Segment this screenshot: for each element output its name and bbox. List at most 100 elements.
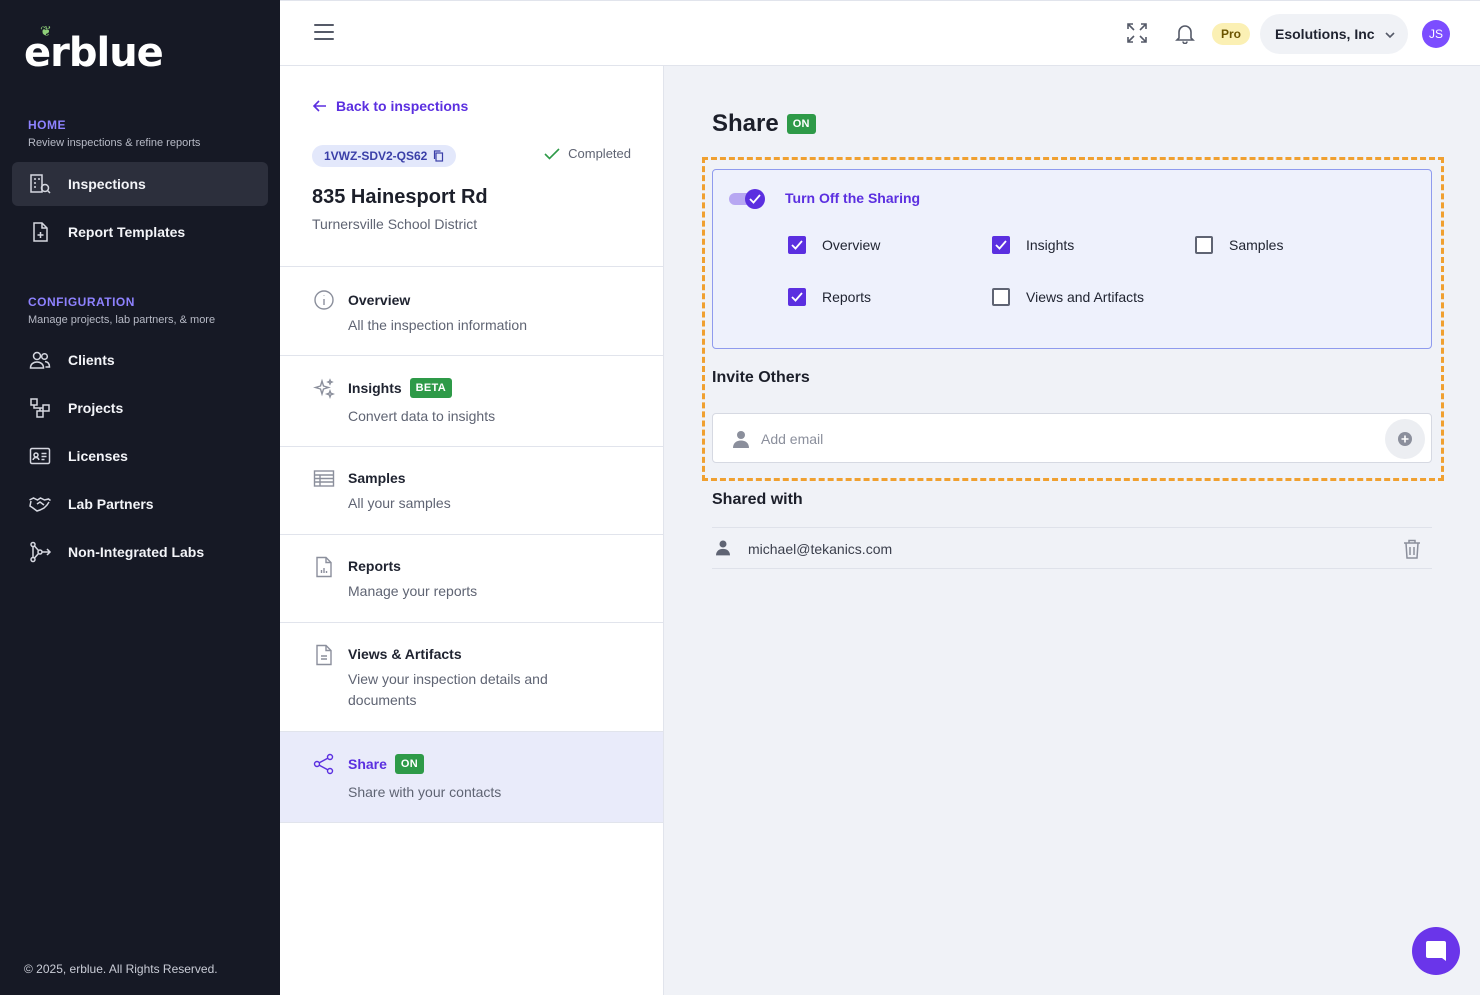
menu-item-description: View your inspection details and documen… [348, 671, 548, 708]
menu-item-title: Reports [348, 558, 401, 574]
checkbox-label: Views and Artifacts [1026, 289, 1145, 305]
table-icon [313, 468, 335, 490]
inspection-menu: Overview All the inspection information … [280, 266, 663, 823]
sidebar-item-label: Lab Partners [68, 496, 154, 512]
sidebar-item-clients[interactable]: Clients [12, 338, 268, 382]
chat-icon [1426, 941, 1446, 961]
checkbox-samples[interactable]: Samples [1195, 236, 1283, 254]
report-chart-icon [313, 556, 335, 578]
fullscreen-icon[interactable] [1126, 22, 1148, 44]
menu-item-title: Share [348, 756, 387, 772]
menu-item-description: Manage your reports [348, 583, 478, 599]
invite-email-field [712, 413, 1432, 463]
sharing-toggle[interactable] [729, 189, 765, 209]
inspection-address: 835 Hainesport Rd [312, 186, 488, 208]
sidebar: erblue ❦ HOME Review inspections & refine… [0, 0, 280, 995]
checkbox-reports[interactable]: Reports [788, 288, 871, 306]
inspection-district: Turnersville School District [312, 216, 478, 232]
sidebar-item-projects[interactable]: Projects [12, 386, 268, 430]
add-email-input[interactable] [761, 426, 1361, 452]
chat-launcher-button[interactable] [1412, 927, 1460, 975]
sidebar-item-label: Inspections [68, 176, 146, 192]
checkbox-label: Samples [1229, 237, 1284, 253]
document-icon [313, 644, 335, 666]
clients-icon [28, 348, 52, 372]
sidebar-item-label: Projects [68, 400, 124, 416]
check-icon [544, 147, 560, 160]
sharing-toggle-label[interactable]: Turn Off the Sharing [785, 190, 920, 206]
leaf-icon: ❦ [40, 24, 52, 40]
sidebar-item-licenses[interactable]: Licenses [12, 434, 268, 478]
checkbox-label: Reports [822, 289, 872, 305]
inspections-icon [28, 172, 52, 196]
on-badge: ON [394, 754, 425, 774]
page-title-text: Share [712, 110, 779, 137]
organization-name: Esolutions, Inc [1275, 26, 1375, 42]
checkbox-unchecked[interactable] [992, 288, 1010, 306]
checkbox-checked[interactable] [992, 236, 1010, 254]
sidebar-item-label: Clients [68, 352, 115, 368]
inspection-status: Completed [544, 146, 631, 161]
menu-item-title: Samples [348, 470, 406, 486]
plus-circle-icon [1398, 432, 1412, 446]
configuration-section-title: CONFIGURATION [28, 295, 135, 309]
check-icon [745, 189, 765, 209]
menu-item-overview[interactable]: Overview All the inspection information [280, 267, 663, 356]
sidebar-item-non-integrated-labs[interactable]: Non-Integrated Labs [12, 530, 268, 574]
top-bar: Pro Esolutions, Inc JS [280, 0, 1480, 66]
share-status-badge: ON [786, 114, 816, 134]
shared-contact-row: michael@tekanics.com [712, 527, 1432, 569]
back-to-inspections-link[interactable]: Back to inspections [312, 98, 468, 114]
menu-toggle-icon[interactable] [314, 24, 334, 40]
menu-item-share[interactable]: Share ON Share with your contacts [280, 732, 663, 823]
menu-item-title: Overview [348, 292, 411, 308]
invite-others-title: Invite Others [712, 369, 810, 386]
projects-icon [28, 396, 52, 420]
plan-badge: Pro [1212, 23, 1251, 45]
copy-icon[interactable] [433, 150, 444, 162]
sidebar-item-label: Non-Integrated Labs [68, 544, 205, 560]
menu-item-reports[interactable]: Reports Manage your reports [280, 535, 663, 623]
sidebar-item-inspections[interactable]: Inspections [12, 162, 268, 206]
page-title: Share ON [712, 110, 816, 138]
menu-item-samples[interactable]: Samples All your samples [280, 447, 663, 535]
user-avatar[interactable]: JS [1422, 20, 1450, 48]
menu-item-title: Insights [348, 380, 402, 396]
menu-item-insights[interactable]: Insights BETA Convert data to insights [280, 356, 663, 447]
inspection-id-chip[interactable]: 1VWZ-SDV2-QS62 [312, 145, 457, 167]
organization-select[interactable]: Esolutions, Inc [1260, 14, 1408, 54]
trash-icon[interactable] [1402, 538, 1422, 565]
branch-icon [28, 540, 52, 564]
home-section-title: HOME [28, 118, 66, 132]
checkbox-checked[interactable] [788, 288, 806, 306]
inspection-panel: Back to inspections 1VWZ-SDV2-QS62 Compl… [280, 66, 664, 995]
status-label: Completed [568, 146, 631, 161]
add-email-button[interactable] [1385, 419, 1425, 459]
beta-badge: BETA [409, 378, 452, 398]
checkbox-checked[interactable] [788, 236, 806, 254]
sidebar-item-label: Licenses [68, 448, 128, 464]
report-templates-icon [28, 220, 52, 244]
checkbox-insights[interactable]: Insights [992, 236, 1074, 254]
person-icon [733, 430, 749, 453]
sidebar-item-report-templates[interactable]: Report Templates [12, 210, 268, 254]
sparkle-icon [313, 378, 336, 400]
checkbox-overview[interactable]: Overview [788, 236, 880, 254]
menu-item-views-artifacts[interactable]: Views & Artifacts View your inspection d… [280, 623, 663, 732]
checkbox-label: Insights [1026, 237, 1075, 253]
sidebar-item-lab-partners[interactable]: Lab Partners [12, 482, 268, 526]
erblue-logo[interactable]: erblue ❦ [24, 24, 164, 76]
checkbox-views-artifacts[interactable]: Views and Artifacts [992, 288, 1144, 306]
shared-contact-email: michael@tekanics.com [748, 541, 893, 557]
back-link-label: Back to inspections [336, 98, 469, 114]
checkbox-unchecked[interactable] [1195, 236, 1213, 254]
notification-bell-icon[interactable] [1174, 22, 1196, 45]
copyright-text: © 2025, erblue. All Rights Reserved. [24, 962, 218, 976]
menu-item-description: All your samples [348, 495, 451, 511]
chevron-down-icon [1384, 28, 1396, 44]
menu-item-description: Share with your contacts [348, 784, 502, 800]
menu-item-description: Convert data to insights [348, 408, 496, 424]
licenses-icon [28, 444, 52, 468]
arrow-left-icon [312, 100, 326, 112]
home-section-subtitle: Review inspections & refine reports [28, 137, 201, 149]
